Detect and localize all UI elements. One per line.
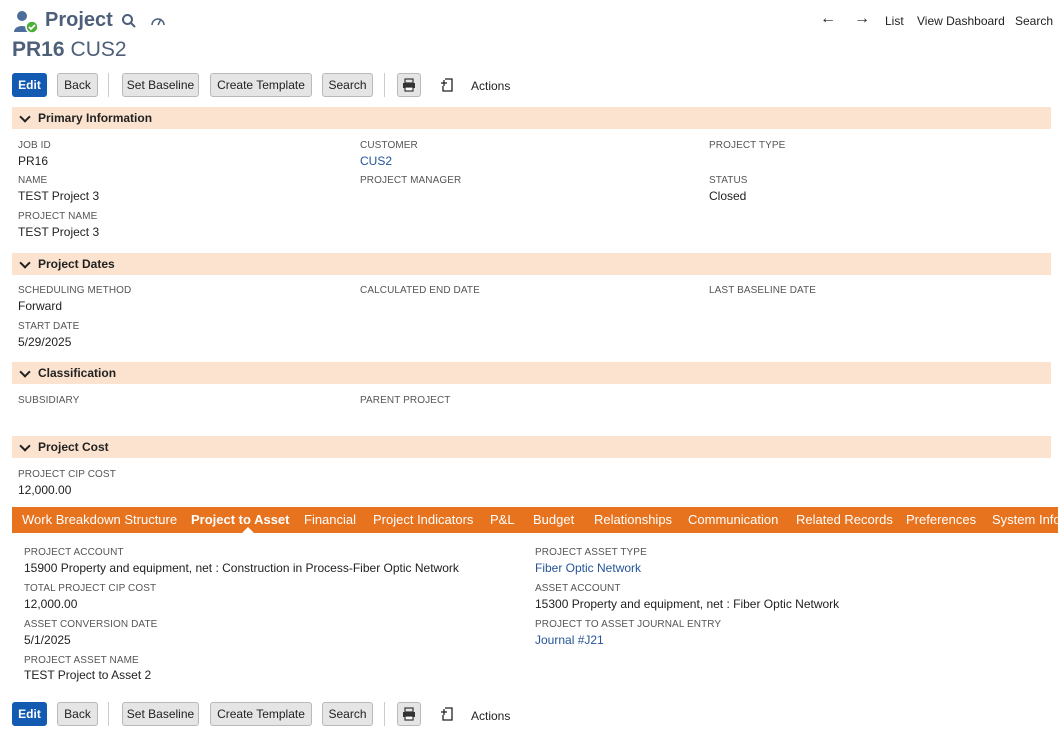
section-title: Primary Information [38, 111, 153, 125]
record-customer: CUS2 [70, 38, 127, 61]
search-icon[interactable] [121, 13, 137, 29]
nav-list-link[interactable]: List [885, 14, 904, 28]
print-button[interactable] [397, 73, 421, 97]
journal-entry-label: PROJECT TO ASSET JOURNAL ENTRY [535, 619, 722, 630]
total-project-cip-cost-value: 12,000.00 [24, 597, 78, 611]
total-project-cip-cost-label: TOTAL PROJECT CIP COST [24, 583, 157, 594]
tab-budget[interactable]: Budget [533, 512, 574, 527]
parent-project-label: PARENT PROJECT [360, 395, 451, 406]
tab-related-records[interactable]: Related Records [796, 512, 893, 527]
project-type-label: PROJECT TYPE [709, 140, 786, 151]
set-baseline-button[interactable]: Set Baseline [122, 702, 199, 726]
actions-menu[interactable]: Actions [471, 79, 510, 93]
actions-icon[interactable] [440, 706, 456, 722]
search-button[interactable]: Search [322, 73, 373, 97]
status-label: STATUS [709, 175, 748, 186]
tab-system-information[interactable]: System Infor [992, 512, 1058, 527]
toolbar-divider [384, 702, 385, 726]
project-account-value: 15900 Property and equipment, net : Cons… [24, 561, 459, 575]
status-value: Closed [709, 189, 747, 203]
asset-account-value: 15300 Property and equipment, net : Fibe… [535, 597, 840, 611]
printer-icon [403, 707, 415, 721]
tab-project-to-asset[interactable]: Project to Asset [191, 512, 290, 527]
project-record-icon [13, 10, 39, 34]
next-arrow-icon[interactable]: → [854, 10, 870, 28]
name-value: TEST Project 3 [18, 189, 100, 203]
tab-pl[interactable]: P&L [490, 512, 515, 527]
project-name-label: PROJECT NAME [18, 211, 98, 222]
section-primary-information[interactable]: Primary Information [12, 107, 1051, 129]
tab-relationships[interactable]: Relationships [594, 512, 672, 527]
project-cip-cost-label: PROJECT CIP COST [18, 469, 116, 480]
create-template-button[interactable]: Create Template [210, 702, 312, 726]
asset-account-label: ASSET ACCOUNT [535, 583, 621, 594]
edit-button[interactable]: Edit [12, 73, 47, 97]
section-title: Project Dates [38, 257, 115, 271]
subtab-bar: Work Breakdown Structure Project to Asse… [12, 507, 1058, 533]
back-button[interactable]: Back [57, 73, 98, 97]
toolbar-divider [384, 73, 385, 97]
project-asset-type-label: PROJECT ASSET TYPE [535, 547, 647, 558]
project-name-value: TEST Project 3 [18, 225, 100, 239]
actions-icon[interactable] [440, 77, 456, 93]
scheduling-method-label: SCHEDULING METHOD [18, 285, 132, 296]
nav-search-link[interactable]: Search [1015, 14, 1053, 28]
nav-view-dashboard-link[interactable]: View Dashboard [917, 14, 1005, 28]
last-baseline-date-label: LAST BASELINE DATE [709, 285, 817, 296]
tab-preferences[interactable]: Preferences [906, 512, 976, 527]
subsidiary-label: SUBSIDIARY [18, 395, 80, 406]
edit-button[interactable]: Edit [12, 702, 47, 726]
asset-conversion-date-value: 5/1/2025 [24, 633, 71, 647]
section-project-cost[interactable]: Project Cost [12, 436, 1051, 458]
project-account-label: PROJECT ACCOUNT [24, 547, 124, 558]
tab-project-indicators[interactable]: Project Indicators [373, 512, 473, 527]
toolbar-divider [108, 73, 109, 97]
back-button[interactable]: Back [57, 702, 98, 726]
chevron-down-icon [19, 440, 31, 452]
customer-label: CUSTOMER [360, 140, 418, 151]
project-manager-label: PROJECT MANAGER [360, 175, 462, 186]
chevron-down-icon [19, 257, 31, 269]
dashboard-gauge-icon[interactable] [150, 13, 166, 29]
customer-link[interactable]: CUS2 [360, 154, 392, 168]
previous-arrow-icon[interactable]: ← [820, 10, 836, 28]
create-template-button[interactable]: Create Template [210, 73, 312, 97]
printer-icon [403, 78, 415, 92]
record-id: PR16 [12, 38, 65, 61]
tab-communication[interactable]: Communication [688, 512, 778, 527]
project-cip-cost-value: 12,000.00 [18, 483, 72, 497]
project-asset-name-value: TEST Project to Asset 2 [24, 668, 152, 682]
start-date-value: 5/29/2025 [18, 335, 72, 349]
chevron-down-icon [19, 366, 31, 378]
job-id-label: JOB ID [18, 140, 51, 151]
tab-financial[interactable]: Financial [304, 512, 356, 527]
section-classification[interactable]: Classification [12, 362, 1051, 384]
project-asset-type-link[interactable]: Fiber Optic Network [535, 561, 641, 575]
section-project-dates[interactable]: Project Dates [12, 253, 1051, 275]
project-asset-name-label: PROJECT ASSET NAME [24, 655, 139, 666]
active-tab-indicator [242, 527, 254, 533]
record-title: PR16 CUS2 [12, 38, 127, 62]
job-id-value: PR16 [18, 154, 49, 168]
print-button[interactable] [397, 702, 421, 726]
search-button[interactable]: Search [322, 702, 373, 726]
record-type-title: Project [45, 9, 113, 31]
calculated-end-date-label: CALCULATED END DATE [360, 285, 480, 296]
set-baseline-button[interactable]: Set Baseline [122, 73, 199, 97]
scheduling-method-value: Forward [18, 299, 63, 313]
journal-entry-link[interactable]: Journal #J21 [535, 633, 604, 647]
section-title: Project Cost [38, 440, 109, 454]
section-title: Classification [38, 366, 117, 380]
asset-conversion-date-label: ASSET CONVERSION DATE [24, 619, 158, 630]
start-date-label: START DATE [18, 321, 80, 332]
toolbar-divider [108, 702, 109, 726]
chevron-down-icon [19, 111, 31, 123]
name-label: NAME [18, 175, 48, 186]
tab-work-breakdown-structure[interactable]: Work Breakdown Structure [22, 512, 177, 527]
actions-menu[interactable]: Actions [471, 709, 510, 723]
